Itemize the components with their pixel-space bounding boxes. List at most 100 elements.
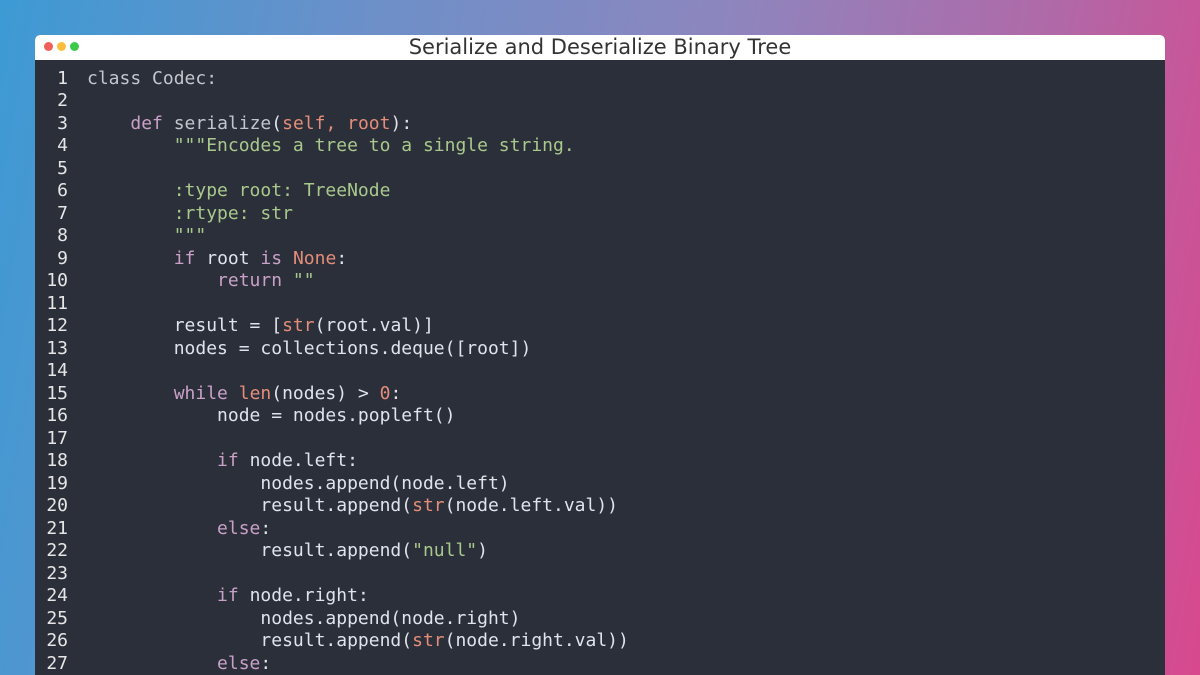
code-line[interactable]: 4 """Encodes a tree to a single string. xyxy=(35,135,1165,158)
code-text: result.append("null") xyxy=(87,540,488,563)
line-number: 3 xyxy=(57,112,68,134)
code-text: nodes.append(node.right) xyxy=(87,608,520,631)
code-token: node.left: xyxy=(238,450,358,471)
code-text: else: xyxy=(87,653,271,675)
window-title: Serialize and Deserialize Binary Tree xyxy=(408,35,792,59)
code-line[interactable]: 9 if root is None: xyxy=(35,248,1165,271)
line-number: 18 xyxy=(46,450,68,471)
code-token: : xyxy=(260,517,272,539)
window-controls xyxy=(44,42,79,52)
code-token: nodes.append(node.right) xyxy=(260,607,521,629)
code-line[interactable]: 19 nodes.append(node.left) xyxy=(35,473,1165,496)
line-number: 8 xyxy=(57,225,68,246)
code-line[interactable]: 27 else: xyxy=(35,653,1165,675)
code-text: while len(nodes) > 0: xyxy=(87,382,402,406)
editor-window: Serialize and Deserialize Binary Tree 1c… xyxy=(35,35,1165,675)
code-text: def serialize(self, root): xyxy=(87,113,412,136)
line-number: 24 xyxy=(46,585,68,606)
code-token: def xyxy=(130,112,163,134)
code-text: result = [str(root.val)] xyxy=(87,315,434,338)
line-number: 10 xyxy=(46,270,68,291)
code-line[interactable]: 1 class Codec: xyxy=(35,68,1165,91)
code-token: """ xyxy=(173,225,207,246)
code-line[interactable]: 7 :rtype: str xyxy=(35,203,1165,226)
code-text: result.append(str(node.right.val)) xyxy=(87,630,629,653)
line-number: 11 xyxy=(46,292,68,314)
code-line[interactable]: 15 while len(nodes) > 0: xyxy=(35,383,1165,406)
line-number: 12 xyxy=(46,315,68,336)
code-token: node.right: xyxy=(238,585,369,606)
code-text: result.append(str(node.left.val)) xyxy=(87,495,618,518)
code-line[interactable]: 25 nodes.append(node.right) xyxy=(35,608,1165,631)
code-text: node = nodes.popleft() xyxy=(87,405,455,428)
minimize-window-button[interactable] xyxy=(57,42,66,51)
line-number: 7 xyxy=(57,202,68,224)
code-line[interactable]: 12 result = [str(root.val)] xyxy=(35,315,1165,338)
code-token: nodes.append(node.left) xyxy=(260,472,510,494)
code-text: :type root: TreeNode xyxy=(87,180,391,203)
line-number: 23 xyxy=(46,562,68,584)
code-token: while xyxy=(173,382,228,404)
code-line[interactable]: 24 if node.right: xyxy=(35,585,1165,608)
code-line[interactable]: 21 else: xyxy=(35,518,1165,541)
code-token: (node.right.val)) xyxy=(444,630,629,651)
code-line[interactable]: 5 xyxy=(35,158,1165,181)
line-number: 14 xyxy=(46,360,68,381)
code-token: class Codec: xyxy=(87,67,218,89)
code-token: else xyxy=(217,517,261,539)
code-line[interactable]: 23 xyxy=(35,563,1165,586)
code-token: (root.val)] xyxy=(314,315,434,336)
code-line[interactable]: 17 xyxy=(35,428,1165,451)
code-line[interactable]: 8 """ xyxy=(35,225,1165,248)
code-token: : xyxy=(390,382,402,404)
code-token: result = [ xyxy=(173,315,283,336)
code-token: result.append( xyxy=(260,540,413,561)
code-editor[interactable]: 1 class Codec: 2 3 def serialize(self, root… xyxy=(35,60,1165,675)
code-line[interactable]: 11 xyxy=(35,293,1165,316)
code-token: (node.left.val)) xyxy=(444,495,619,516)
code-line[interactable]: 3 def serialize(self, root): xyxy=(35,113,1165,136)
line-number: 22 xyxy=(46,540,68,561)
code-token: """Encodes a tree to a single string. xyxy=(173,135,575,156)
code-token: 0 xyxy=(379,382,391,404)
code-text: nodes.append(node.left) xyxy=(87,472,510,496)
line-number: 15 xyxy=(46,382,68,404)
code-line[interactable]: 20 result.append(str(node.left.val)) xyxy=(35,495,1165,518)
code-text: nodes = collections.deque([root]) xyxy=(87,338,532,361)
code-line[interactable]: 18 if node.left: xyxy=(35,450,1165,473)
code-line[interactable]: 16 node = nodes.popleft() xyxy=(35,405,1165,428)
line-number: 20 xyxy=(46,495,68,516)
code-line[interactable]: 22 result.append("null") xyxy=(35,540,1165,563)
code-token: is xyxy=(260,247,283,269)
line-number: 13 xyxy=(46,337,68,359)
code-line[interactable]: 2 xyxy=(35,90,1165,113)
code-token: ) xyxy=(477,540,488,561)
code-line[interactable]: 10 return "" xyxy=(35,270,1165,293)
line-number: 21 xyxy=(46,517,68,539)
code-line[interactable]: 14 xyxy=(35,360,1165,383)
code-token: :rtype: str xyxy=(173,202,293,224)
close-window-button[interactable] xyxy=(44,42,53,51)
code-token: "" xyxy=(292,270,315,291)
code-token: serialize xyxy=(173,112,272,134)
code-token: result.append( xyxy=(260,630,413,651)
code-token: str xyxy=(412,495,445,516)
code-token: (nodes) > xyxy=(271,382,380,404)
maximize-window-button[interactable] xyxy=(70,42,79,51)
code-line[interactable]: 26 result.append(str(node.right.val)) xyxy=(35,630,1165,653)
line-number: 6 xyxy=(57,180,68,201)
code-token: ): xyxy=(390,112,413,134)
code-line[interactable]: 6 :type root: TreeNode xyxy=(35,180,1165,203)
code-token: node = nodes.popleft() xyxy=(217,405,456,426)
code-line[interactable]: 13 nodes = collections.deque([root]) xyxy=(35,338,1165,361)
